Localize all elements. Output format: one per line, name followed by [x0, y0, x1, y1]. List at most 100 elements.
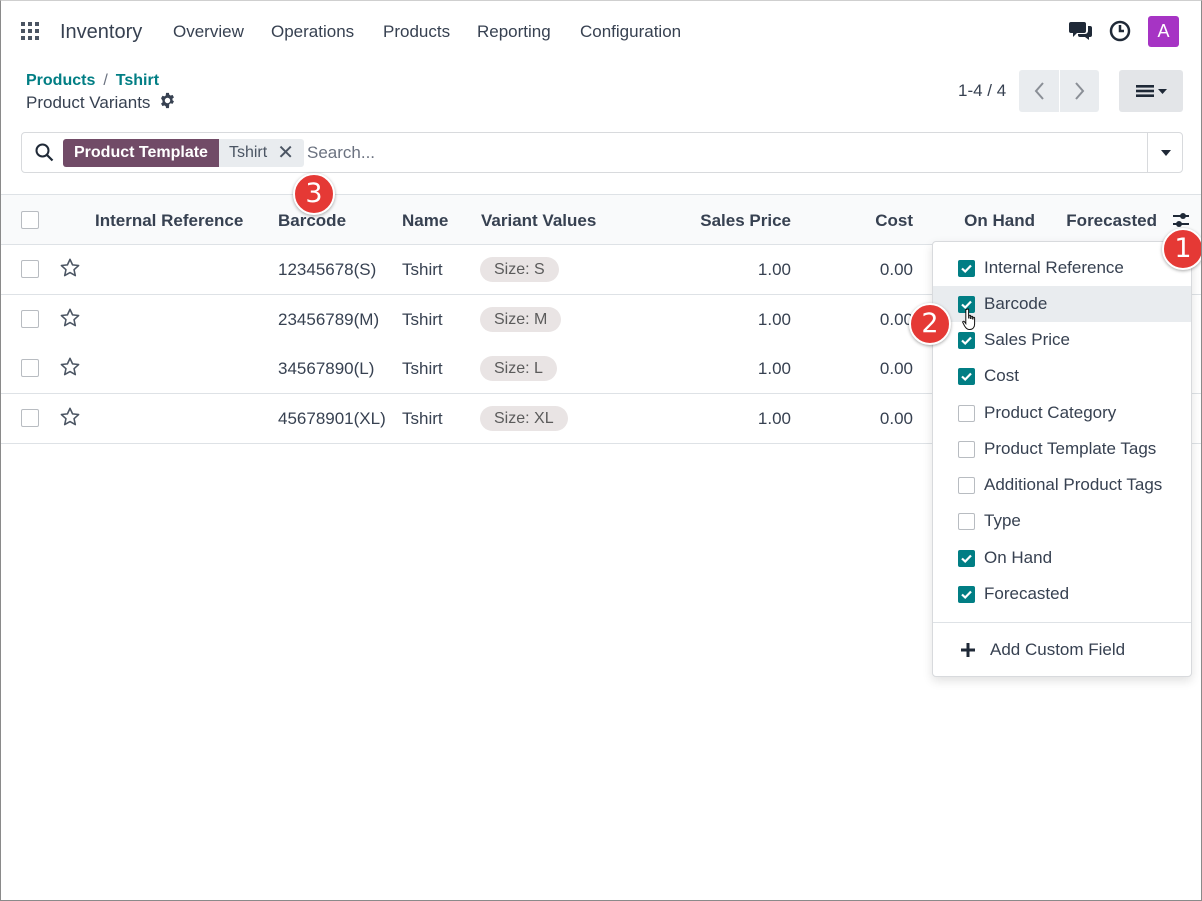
search-panel-toggle[interactable] [1147, 133, 1183, 172]
page-title-container: Product Variants [26, 92, 176, 114]
favorite-star-icon[interactable] [59, 356, 81, 383]
column-forecasted[interactable]: Forecasted [1051, 211, 1157, 231]
option-on-hand[interactable]: On Hand [933, 540, 1191, 576]
app-window: Inventory Overview Operations Products R… [0, 0, 1202, 901]
cell-name: Tshirt [402, 310, 443, 329]
select-all-checkbox[interactable] [21, 211, 39, 229]
search-icon[interactable] [35, 143, 54, 167]
step-marker-2: 2 [909, 303, 951, 345]
cell-barcode: 12345678(S) [278, 260, 377, 279]
variant-badge: Size: S [480, 257, 559, 282]
page-title: Product Variants [26, 93, 151, 112]
column-variant-values[interactable]: Variant Values [481, 211, 596, 231]
facet-label: Product Template [63, 139, 219, 167]
favorite-star-icon[interactable] [59, 307, 81, 334]
option-label: Internal Reference [984, 258, 1124, 277]
favorite-star-icon[interactable] [59, 406, 81, 433]
row-checkbox[interactable] [21, 359, 39, 377]
dropdown-divider [933, 622, 1191, 623]
user-avatar[interactable]: A [1148, 16, 1179, 47]
chevron-left-icon [1034, 82, 1044, 100]
checkbox-unchecked[interactable] [958, 476, 975, 494]
activity-clock-icon[interactable] [1109, 20, 1131, 47]
nav-products[interactable]: Products [383, 22, 450, 42]
option-type[interactable]: Type [933, 503, 1191, 539]
breadcrumb-products[interactable]: Products [26, 72, 95, 89]
nav-overview[interactable]: Overview [173, 22, 244, 42]
checkbox-checked[interactable] [958, 259, 975, 277]
cell-barcode: 45678901(XL) [278, 409, 386, 428]
chat-icon[interactable] [1069, 20, 1093, 47]
breadcrumb-tshirt[interactable]: Tshirt [116, 72, 159, 89]
nav-operations[interactable]: Operations [271, 22, 354, 42]
cell-cost: 0.00 [879, 359, 913, 378]
nav-configuration[interactable]: Configuration [580, 22, 681, 42]
column-on-hand[interactable]: On Hand [931, 211, 1035, 231]
checkbox-unchecked[interactable] [958, 440, 975, 458]
add-custom-field-button[interactable]: Add Custom Field [960, 640, 1125, 660]
option-additional-product-tags[interactable]: Additional Product Tags [933, 467, 1191, 503]
checkbox-checked[interactable] [958, 367, 975, 385]
top-navbar: Inventory Overview Operations Products R… [1, 1, 1201, 61]
cell-name: Tshirt [402, 409, 443, 428]
checkbox-checked[interactable] [958, 585, 975, 603]
facet-value-container: Tshirt ✕ [218, 139, 304, 167]
pager-next-button[interactable] [1059, 70, 1099, 112]
option-label: Product Category [984, 403, 1117, 422]
variant-badge: Size: L [480, 356, 557, 381]
column-sales-price[interactable]: Sales Price [661, 211, 791, 231]
nav-reporting[interactable]: Reporting [477, 22, 551, 42]
option-label: On Hand [984, 548, 1053, 567]
cell-cost: 0.00 [879, 310, 913, 329]
option-product-category[interactable]: Product Category [933, 395, 1191, 431]
checkbox-unchecked[interactable] [958, 404, 975, 422]
pager-previous-button[interactable] [1019, 70, 1059, 112]
option-label: Barcode [984, 294, 1048, 313]
column-internal-reference[interactable]: Internal Reference [95, 211, 243, 231]
breadcrumb-separator: / [103, 72, 108, 89]
cell-sales-price: 1.00 [757, 409, 791, 428]
chevron-right-icon [1074, 82, 1084, 100]
app-brand[interactable]: Inventory [60, 21, 142, 44]
option-label: Additional Product Tags [984, 475, 1163, 494]
view-switcher-button[interactable] [1119, 70, 1183, 112]
cell-sales-price: 1.00 [757, 359, 791, 378]
option-label: Forecasted [984, 584, 1070, 603]
row-checkbox[interactable] [21, 409, 39, 427]
column-cost[interactable]: Cost [821, 211, 913, 231]
search-input[interactable] [307, 141, 1127, 165]
cell-cost: 0.00 [879, 260, 913, 279]
search-bar: Product Template Tshirt ✕ [21, 132, 1183, 173]
step-marker-1: 1 [1162, 228, 1201, 270]
option-cost[interactable]: Cost [933, 358, 1191, 394]
checkbox-checked[interactable] [958, 549, 975, 567]
facet-value: Tshirt [228, 144, 268, 161]
table-header: Internal Reference Barcode Name Variant … [1, 194, 1201, 245]
step-marker-3: 3 [293, 173, 335, 215]
cell-cost: 0.00 [879, 409, 913, 428]
close-icon[interactable]: ✕ [277, 139, 294, 167]
checkbox-unchecked[interactable] [958, 512, 975, 530]
row-checkbox[interactable] [21, 310, 39, 328]
optional-columns-dropdown: Internal Reference Barcode Sales Price C… [932, 241, 1192, 677]
row-checkbox[interactable] [21, 260, 39, 278]
plus-icon [961, 643, 975, 657]
variant-badge: Size: M [480, 307, 562, 332]
option-product-template-tags[interactable]: Product Template Tags [933, 431, 1191, 467]
option-label: Cost [984, 366, 1019, 385]
gear-icon[interactable] [159, 92, 176, 114]
option-label: Type [984, 511, 1021, 530]
option-label: Sales Price [984, 330, 1070, 349]
pager-value[interactable]: 1-4 / 4 [958, 81, 1006, 101]
apps-grid-icon[interactable] [21, 22, 39, 40]
variant-badge: Size: XL [480, 406, 568, 431]
column-name[interactable]: Name [402, 211, 448, 231]
cell-barcode: 23456789(M) [278, 310, 380, 329]
option-internal-reference[interactable]: Internal Reference [933, 250, 1191, 286]
favorite-star-icon[interactable] [59, 257, 81, 284]
caret-down-icon [1160, 149, 1171, 156]
add-custom-field-label: Add Custom Field [990, 640, 1126, 659]
breadcrumb: Products / Tshirt [26, 72, 159, 90]
option-label: Product Template Tags [984, 439, 1157, 458]
option-forecasted[interactable]: Forecasted [933, 576, 1191, 612]
